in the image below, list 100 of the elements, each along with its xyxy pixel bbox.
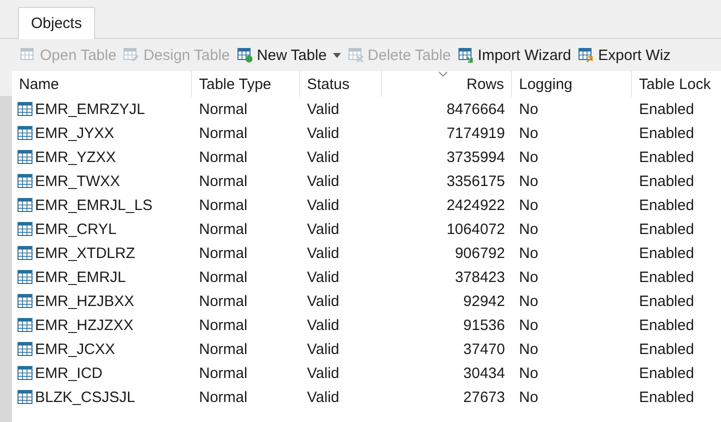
table-cell-text: No — [518, 148, 540, 168]
table-cell-text: Normal — [198, 148, 248, 168]
table-name-cell[interactable]: EMR_HZJZXX — [12, 313, 192, 337]
table-cell-text: No — [518, 316, 540, 336]
column-header[interactable]: Table Lock — [632, 71, 721, 97]
table-cell-text: Valid — [306, 172, 340, 192]
table-cell-text: Valid — [306, 364, 340, 384]
column-header[interactable]: Table Type — [192, 71, 300, 97]
table-cell-text: Valid — [306, 148, 340, 168]
table-cell-text: 37470 — [462, 340, 506, 360]
table-cell-text: Normal — [198, 388, 248, 408]
table-icon — [20, 47, 36, 63]
table-cell-text: 1064072 — [446, 220, 506, 240]
table-cell-text: No — [518, 268, 540, 288]
table-icon — [17, 293, 33, 309]
table-cell-text: Enabled — [638, 148, 696, 168]
table-name-cell[interactable]: EMR_EMRJL — [12, 265, 192, 289]
table-name-cell[interactable]: EMR_EMRZYJL — [12, 97, 192, 121]
table-cell-text: Valid — [306, 220, 340, 240]
sort-icon — [438, 71, 448, 77]
table-cell-text: Normal — [198, 340, 248, 360]
caret-icon — [332, 52, 341, 58]
table-icon — [17, 341, 33, 357]
table-cell-text: No — [518, 340, 540, 360]
table-name-cell[interactable]: EMR_ICD — [12, 361, 192, 385]
table-cell-text: No — [518, 292, 540, 312]
table-cell-text: Enabled — [638, 292, 696, 312]
table-cell-text: No — [518, 100, 540, 120]
table-cell-text: Valid — [306, 100, 340, 120]
table-cell-text: 92942 — [462, 292, 506, 312]
table-icon — [123, 47, 140, 63]
table-cell-text: 906792 — [454, 244, 506, 264]
table-cell-text: No — [518, 196, 540, 216]
table-icon — [458, 47, 474, 63]
table-cell-text: No — [518, 220, 540, 240]
table-cell-text: 27673 — [462, 388, 506, 408]
column-header[interactable]: Rows — [382, 71, 512, 97]
table-cell-text: Enabled — [638, 196, 696, 216]
table-cell-text: Normal — [198, 364, 248, 384]
table-cell-text: No — [518, 172, 540, 192]
toolbar-button[interactable]: Export Wiz — [578, 46, 671, 64]
table-name-cell[interactable]: EMR_JYXX — [12, 121, 192, 145]
table-cell-text: No — [518, 124, 540, 144]
table-name-cell[interactable]: EMR_CRYL — [12, 217, 192, 241]
table-cell-text: Normal — [198, 268, 248, 288]
table-icon — [17, 245, 33, 261]
table-cell-text: Normal — [198, 316, 248, 336]
table-cell-text: Enabled — [638, 244, 696, 264]
table-cell-text: 2424922 — [446, 196, 506, 216]
table-name-cell[interactable]: EMR_XTDLRZ — [12, 241, 192, 265]
column-header[interactable]: Logging — [512, 71, 632, 97]
table-icon — [236, 47, 253, 63]
table-icon — [17, 389, 33, 405]
table-name-cell[interactable]: EMR_YZXX — [12, 145, 192, 169]
column-header[interactable]: Status — [300, 71, 382, 97]
table-cell-text: 3735994 — [446, 148, 506, 168]
table-icon — [17, 149, 33, 165]
table-cell-text: Normal — [198, 100, 248, 120]
table-cell-text: Valid — [306, 340, 340, 360]
table-cell-text: 3356175 — [446, 172, 506, 192]
table-icon — [17, 197, 33, 213]
table-cell-text: Valid — [306, 124, 340, 144]
table-cell-text: Enabled — [638, 388, 696, 408]
table-cell-text: Valid — [306, 316, 340, 336]
table-cell-text: No — [518, 388, 540, 408]
table-icon — [17, 317, 33, 333]
table-cell-text: 7174919 — [446, 124, 506, 144]
table-name-cell[interactable]: EMR_EMRJL_LS — [12, 193, 192, 217]
table-cell-text: Valid — [306, 196, 340, 216]
table-cell-text: Normal — [198, 196, 248, 216]
table-cell-text: Enabled — [638, 100, 696, 120]
table-cell-text: Normal — [198, 172, 248, 192]
table-cell-text: Enabled — [638, 316, 696, 336]
table-cell-text: Valid — [306, 388, 340, 408]
table-cell-text: Normal — [198, 292, 248, 312]
table-icon — [348, 47, 364, 63]
table-cell-text: No — [518, 364, 540, 384]
table-cell-text: Enabled — [638, 220, 696, 240]
table-cell-text: Enabled — [638, 340, 696, 360]
toolbar-button[interactable]: New Table — [236, 46, 341, 64]
table-name-cell[interactable]: BLZK_CSJSJL — [12, 385, 192, 409]
table-cell-text: Enabled — [638, 364, 696, 384]
objects-tab[interactable]: Objects — [18, 7, 95, 39]
table-cell-text: Normal — [198, 124, 248, 144]
table-cell-text: Enabled — [638, 172, 696, 192]
table-cell-text: Normal — [198, 244, 248, 264]
table-icon — [17, 269, 33, 285]
column-header[interactable]: Name — [12, 71, 192, 97]
table-cell-text: 378423 — [454, 268, 506, 288]
table-cell-text: Valid — [306, 244, 340, 264]
table-name-cell[interactable]: EMR_TWXX — [12, 169, 192, 193]
table-name-cell[interactable]: EMR_HZJBXX — [12, 289, 192, 313]
table-cell-text: 30434 — [462, 364, 506, 384]
table-cell-text: 91536 — [462, 316, 506, 336]
toolbar-button[interactable]: Import Wizard — [458, 46, 572, 64]
table-cell-text: 8476664 — [446, 100, 506, 120]
table-name-cell[interactable]: EMR_JCXX — [12, 337, 192, 361]
table-icon — [17, 173, 33, 189]
table-cell-text: No — [518, 244, 540, 264]
table-cell-text: Valid — [306, 292, 340, 312]
